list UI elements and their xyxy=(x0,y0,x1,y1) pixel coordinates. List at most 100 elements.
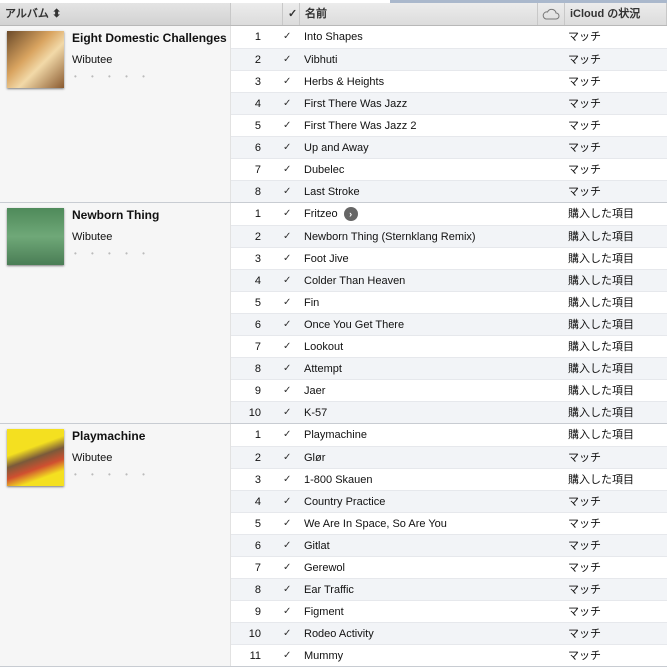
track-row[interactable]: 3 ✓ 1-800 Skauen 購入した項目 xyxy=(231,468,667,490)
track-checkbox[interactable]: ✓ xyxy=(283,248,300,269)
icloud-status: 購入した項目 xyxy=(568,363,634,375)
icloud-status: 購入した項目 xyxy=(568,319,634,331)
track-checkbox[interactable]: ✓ xyxy=(283,26,300,48)
album-info[interactable]: Eight Domestic Challenges Wibutee • • • … xyxy=(0,26,231,202)
track-checkbox[interactable]: ✓ xyxy=(283,535,300,556)
track-name-cell: First There Was Jazz xyxy=(300,93,565,114)
track-row[interactable]: 7 ✓ Dubelec マッチ xyxy=(231,158,667,180)
track-row[interactable]: 5 ✓ First There Was Jazz 2 マッチ xyxy=(231,114,667,136)
track-checkbox[interactable]: ✓ xyxy=(283,358,300,379)
track-row[interactable]: 11 ✓ Mummy マッチ xyxy=(231,644,667,666)
column-name[interactable]: 名前 xyxy=(300,3,538,25)
album-rating[interactable]: • • • • • xyxy=(74,470,151,479)
track-checkbox[interactable]: ✓ xyxy=(283,137,300,158)
track-checkbox[interactable]: ✓ xyxy=(283,93,300,114)
track-row[interactable]: 4 ✓ First There Was Jazz マッチ xyxy=(231,92,667,114)
track-checkbox[interactable]: ✓ xyxy=(283,579,300,600)
album-artwork[interactable] xyxy=(7,208,64,265)
track-row[interactable]: 9 ✓ Figment マッチ xyxy=(231,600,667,622)
track-name-cell: Once You Get There xyxy=(300,314,565,335)
track-row[interactable]: 6 ✓ Up and Away マッチ xyxy=(231,136,667,158)
track-name-cell: Herbs & Heights xyxy=(300,71,565,92)
track-checkbox[interactable]: ✓ xyxy=(283,645,300,666)
track-row[interactable]: 1 ✓ Into Shapes マッチ xyxy=(231,26,667,48)
track-checkbox[interactable]: ✓ xyxy=(283,447,300,468)
track-number: 4 xyxy=(254,496,261,508)
track-checkbox[interactable]: ✓ xyxy=(283,491,300,512)
track-checkbox[interactable]: ✓ xyxy=(283,49,300,70)
track-row[interactable]: 2 ✓ Vibhuti マッチ xyxy=(231,48,667,70)
track-checkbox[interactable]: ✓ xyxy=(283,203,300,225)
track-row[interactable]: 7 ✓ Lookout 購入した項目 xyxy=(231,335,667,357)
track-number: 7 xyxy=(254,562,261,574)
track-row[interactable]: 8 ✓ Last Stroke マッチ xyxy=(231,180,667,202)
album-artwork[interactable] xyxy=(7,31,64,88)
track-row[interactable]: 4 ✓ Colder Than Heaven 購入した項目 xyxy=(231,269,667,291)
track-checkbox[interactable]: ✓ xyxy=(283,336,300,357)
track-row[interactable]: 10 ✓ Rodeo Activity マッチ xyxy=(231,622,667,644)
track-checkbox[interactable]: ✓ xyxy=(283,623,300,644)
track-checkbox[interactable]: ✓ xyxy=(283,469,300,490)
icloud-status: マッチ xyxy=(568,120,601,132)
album-info[interactable]: Newborn Thing Wibutee • • • • • xyxy=(0,203,231,423)
track-row[interactable]: 1 ✓ Playmachine 購入した項目 xyxy=(231,424,667,446)
track-name-cell: K-57 xyxy=(300,402,565,423)
track-row[interactable]: 7 ✓ Gerewol マッチ xyxy=(231,556,667,578)
album-rating[interactable]: • • • • • xyxy=(74,249,151,258)
album-artwork[interactable] xyxy=(7,429,64,486)
track-row[interactable]: 2 ✓ Newborn Thing (Sternklang Remix) 購入し… xyxy=(231,225,667,247)
track-checkbox[interactable]: ✓ xyxy=(283,557,300,578)
album-artist: Wibutee xyxy=(72,231,113,243)
icloud-status: 購入した項目 xyxy=(568,429,634,441)
track-row[interactable]: 5 ✓ Fin 購入した項目 xyxy=(231,291,667,313)
track-name-cell: Foot Jive xyxy=(300,248,565,269)
track-number: 2 xyxy=(254,231,261,243)
track-number: 4 xyxy=(254,98,261,110)
column-cloud[interactable] xyxy=(538,3,565,25)
track-checkbox[interactable]: ✓ xyxy=(283,71,300,92)
track-checkbox[interactable]: ✓ xyxy=(283,424,300,446)
track-checkbox[interactable]: ✓ xyxy=(283,314,300,335)
track-checkbox[interactable]: ✓ xyxy=(283,402,300,423)
album-artist: Wibutee xyxy=(72,452,113,464)
track-checkbox[interactable]: ✓ xyxy=(283,513,300,534)
track-checkbox[interactable]: ✓ xyxy=(283,181,300,202)
track-row[interactable]: 3 ✓ Foot Jive 購入した項目 xyxy=(231,247,667,269)
track-checkbox[interactable]: ✓ xyxy=(283,292,300,313)
album-rating[interactable]: • • • • • xyxy=(74,72,151,81)
track-row[interactable]: 1 ✓ Fritzeo › 購入した項目 xyxy=(231,203,667,225)
icloud-status: マッチ xyxy=(568,650,601,662)
album-info[interactable]: Playmachine Wibutee • • • • • xyxy=(0,424,231,666)
icloud-status: マッチ xyxy=(568,584,601,596)
track-checkbox[interactable]: ✓ xyxy=(283,601,300,622)
track-row[interactable]: 10 ✓ K-57 購入した項目 xyxy=(231,401,667,423)
track-name-cell: We Are In Space, So Are You xyxy=(300,513,565,534)
track-row[interactable]: 8 ✓ Attempt 購入した項目 xyxy=(231,357,667,379)
icloud-status: マッチ xyxy=(568,562,601,574)
track-number: 11 xyxy=(249,650,261,662)
icloud-status: 購入した項目 xyxy=(568,474,634,486)
track-row[interactable]: 6 ✓ Gitlat マッチ xyxy=(231,534,667,556)
track-number: 5 xyxy=(254,120,261,132)
column-track-number[interactable] xyxy=(231,3,283,25)
track-row[interactable]: 6 ✓ Once You Get There 購入した項目 xyxy=(231,313,667,335)
column-icloud-status[interactable]: iCloud の状況 xyxy=(565,3,667,25)
track-checkbox[interactable]: ✓ xyxy=(283,159,300,180)
track-checkbox[interactable]: ✓ xyxy=(283,380,300,401)
track-checkbox[interactable]: ✓ xyxy=(283,115,300,136)
track-row[interactable]: 2 ✓ Glør マッチ xyxy=(231,446,667,468)
arrow-circle-icon[interactable]: › xyxy=(343,207,358,221)
track-checkbox[interactable]: ✓ xyxy=(283,270,300,291)
track-row[interactable]: 9 ✓ Jaer 購入した項目 xyxy=(231,379,667,401)
track-checkbox[interactable]: ✓ xyxy=(283,226,300,247)
track-row[interactable]: 3 ✓ Herbs & Heights マッチ xyxy=(231,70,667,92)
track-row[interactable]: 4 ✓ Country Practice マッチ xyxy=(231,490,667,512)
track-row[interactable]: 5 ✓ We Are In Space, So Are You マッチ xyxy=(231,512,667,534)
track-number: 3 xyxy=(254,253,261,265)
track-number: 2 xyxy=(254,452,261,464)
track-name-cell: Gerewol xyxy=(300,557,565,578)
track-name: Into Shapes xyxy=(304,31,363,43)
column-check[interactable]: ✓ xyxy=(283,3,300,25)
track-row[interactable]: 8 ✓ Ear Traffic マッチ xyxy=(231,578,667,600)
column-album[interactable]: アルバム ⬍ xyxy=(0,3,231,25)
